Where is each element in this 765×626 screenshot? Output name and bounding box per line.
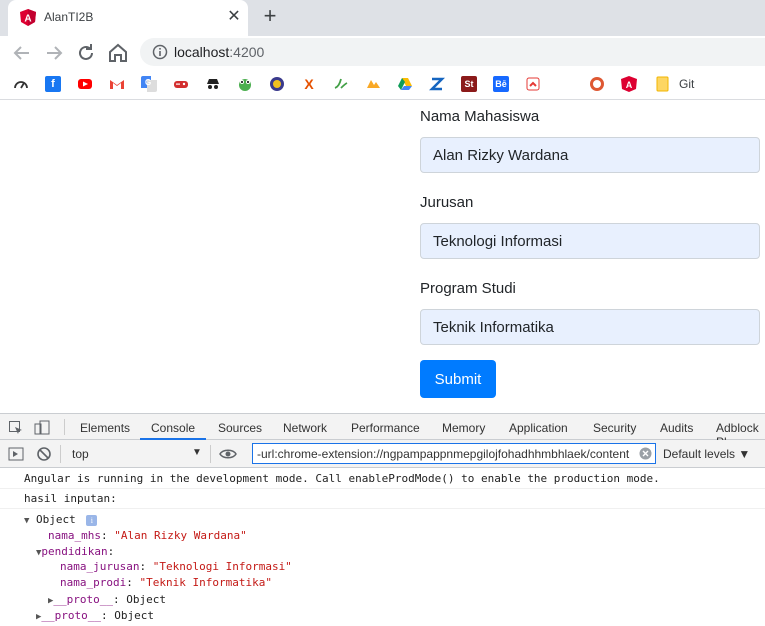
info-icon[interactable]: [152, 44, 168, 60]
console-message: hasil inputan:: [24, 492, 117, 505]
tab-performance[interactable]: Performance: [351, 421, 420, 435]
angular-bookmark-icon[interactable]: A: [621, 76, 637, 92]
property-pendidikan[interactable]: ▼pendidikan:: [36, 545, 114, 558]
clear-filter-icon[interactable]: [639, 447, 652, 460]
divider: [60, 445, 61, 463]
program-studi-input[interactable]: [420, 309, 760, 345]
svg-text:G: G: [145, 78, 151, 87]
tab-sources[interactable]: Sources: [218, 421, 262, 435]
sidebar-toggle-icon[interactable]: [8, 446, 24, 462]
tab-memory[interactable]: Memory: [442, 421, 485, 435]
property-proto-outer[interactable]: ▶__proto__: Object: [36, 609, 154, 622]
console-output: Angular is running in the development mo…: [0, 468, 765, 626]
tab-elements[interactable]: Elements: [80, 421, 130, 435]
facebook-icon[interactable]: f: [45, 76, 61, 92]
new-tab-button[interactable]: +: [258, 5, 282, 29]
address-bar[interactable]: localhost:4200: [140, 38, 765, 66]
gamepad-icon[interactable]: [173, 76, 189, 92]
home-icon[interactable]: [106, 41, 130, 65]
console-separator: [0, 488, 765, 489]
browser-tab[interactable]: A AlanTI2B ✕: [8, 0, 248, 36]
pma-icon[interactable]: [365, 76, 381, 92]
context-selector[interactable]: top ▼: [66, 444, 204, 464]
angular-icon: A: [20, 9, 36, 26]
translate-icon[interactable]: G: [141, 76, 157, 92]
svg-text:A: A: [626, 80, 633, 90]
red-app-icon[interactable]: [525, 76, 541, 92]
tab-title: AlanTI2B: [44, 10, 94, 24]
drive-icon[interactable]: [397, 76, 413, 92]
property-proto-inner[interactable]: ▶__proto__: Object: [48, 593, 166, 606]
nama-mahasiswa-label: Nama Mahasiswa: [420, 108, 540, 125]
duckduckgo-icon[interactable]: [589, 76, 605, 92]
bookmarks-bar: f G X St Bē A Git: [0, 70, 765, 100]
forward-icon[interactable]: [42, 41, 66, 65]
console-toolbar: top ▼ Default levels ▼: [0, 440, 765, 468]
tab-audits[interactable]: Audits: [660, 421, 693, 435]
device-toggle-icon[interactable]: [34, 420, 50, 436]
reload-icon[interactable]: [74, 41, 98, 65]
youtube-icon[interactable]: [77, 76, 93, 92]
behance-icon[interactable]: Bē: [493, 76, 509, 92]
dropdown-arrow-icon: ▼: [192, 447, 202, 458]
svg-text:A: A: [24, 14, 31, 25]
info-badge-icon: i: [86, 515, 98, 526]
divider: [64, 419, 65, 435]
st-icon[interactable]: St: [461, 76, 477, 92]
speedometer-icon[interactable]: [13, 76, 29, 92]
tab-strip: A AlanTI2B ✕ +: [0, 0, 765, 36]
incognito-icon[interactable]: [205, 76, 221, 92]
property-nama-jurusan: nama_jurusan: "Teknologi Informasi": [60, 560, 292, 573]
url-text: localhost:4200: [174, 44, 265, 60]
tab-security[interactable]: Security: [593, 421, 636, 435]
console-message: Angular is running in the development mo…: [24, 472, 660, 485]
university-icon[interactable]: [269, 76, 285, 92]
leaf-icon[interactable]: [333, 76, 349, 92]
console-separator: [0, 508, 765, 509]
jurusan-input[interactable]: [420, 223, 760, 259]
inspect-element-icon[interactable]: [8, 420, 24, 436]
tab-application[interactable]: Application: [509, 421, 568, 435]
folder-icon[interactable]: [655, 76, 671, 92]
clear-console-icon[interactable]: [36, 446, 52, 462]
tab-close-icon[interactable]: ✕: [224, 7, 244, 27]
expand-triangle-icon: ▼: [24, 516, 30, 526]
nama-mahasiswa-input[interactable]: [420, 137, 760, 173]
tab-network[interactable]: Network: [283, 421, 327, 435]
program-studi-label: Program Studi: [420, 280, 516, 297]
bookmark-label-git[interactable]: Git: [679, 77, 694, 91]
console-filter-input[interactable]: [252, 443, 656, 464]
devtools-tab-bar: Elements Console Sources Network Perform…: [0, 413, 765, 449]
zigzag-icon[interactable]: [429, 76, 445, 92]
eye-icon[interactable]: [219, 446, 237, 462]
gmail-icon[interactable]: [109, 76, 125, 92]
divider: [210, 445, 211, 463]
property-nama-mhs: nama_mhs: "Alan Rizky Wardana": [48, 529, 247, 542]
log-levels-dropdown[interactable]: Default levels ▼: [663, 447, 750, 461]
frog-icon[interactable]: [237, 76, 253, 92]
object-tree-root[interactable]: ▼ Object i: [24, 513, 98, 526]
back-icon[interactable]: [10, 41, 34, 65]
jurusan-label: Jurusan: [420, 194, 474, 211]
x-icon[interactable]: X: [301, 76, 317, 92]
submit-button[interactable]: Submit: [420, 360, 496, 398]
tab-console[interactable]: Console: [151, 421, 195, 435]
property-nama-prodi: nama_prodi: "Teknik Informatika": [60, 576, 272, 589]
